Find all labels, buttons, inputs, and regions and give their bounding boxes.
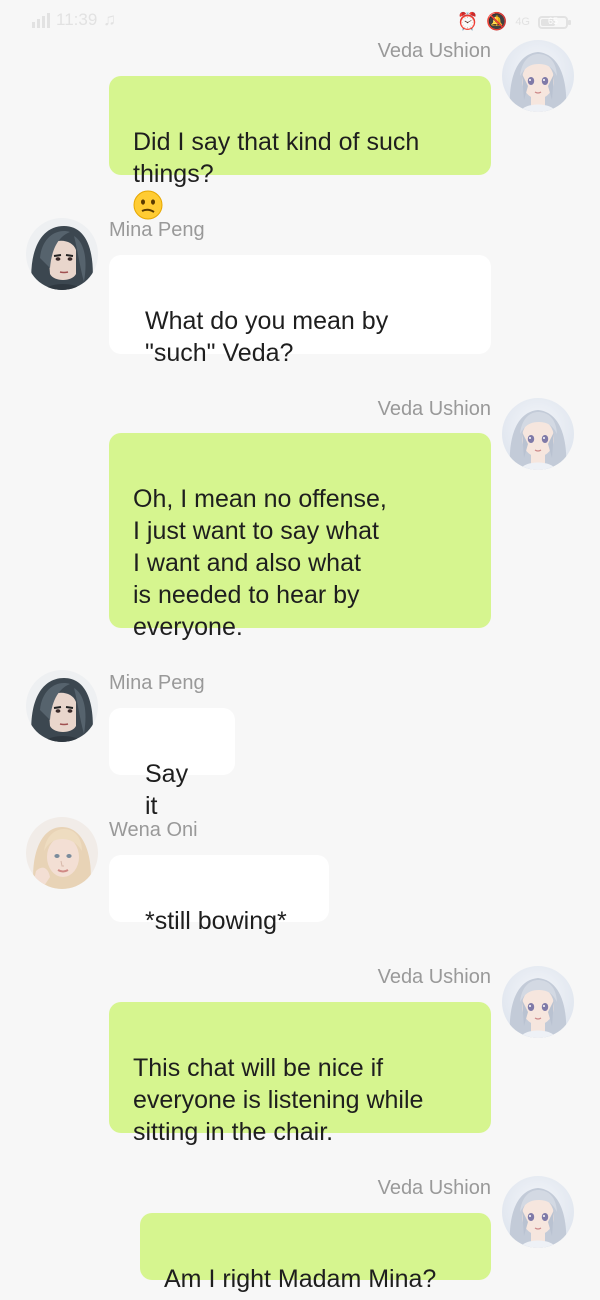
sender-name: Veda Ushion [377, 1177, 491, 1199]
anime-girl-avatar-icon [502, 1176, 574, 1248]
mute-icon: 🔕 [486, 12, 508, 31]
anime-girl-avatar-icon [502, 40, 574, 112]
dark-hair-woman-avatar-icon [26, 670, 98, 742]
message-bubble[interactable]: Oh, I mean no offense, I just want to sa… [109, 433, 491, 641]
status-bar-left: 11:39 ♫ [32, 10, 116, 30]
sender-name: Wena Oni [109, 819, 198, 841]
message-text: Say it [145, 760, 189, 820]
music-note-icon: ♫ [103, 10, 117, 29]
message-bubble[interactable]: What do you mean by "such" Veda? [109, 255, 491, 367]
alarm-icon: ⏰ [456, 12, 479, 31]
message-text: What do you mean by "such" Veda? [145, 307, 389, 367]
veda-avatar[interactable] [502, 966, 574, 1038]
confused-face-icon [133, 190, 163, 220]
network-label: 4G [515, 16, 530, 28]
status-bar-right: ⏰ 🔕 4G 65 [456, 12, 571, 32]
message-text: Oh, I mean no offense, I just want to sa… [133, 485, 387, 641]
sender-name: Mina Peng [109, 219, 205, 241]
message-bubble[interactable]: *still bowing* [109, 855, 329, 935]
status-bar: 11:39 ♫ ⏰ 🔕 4G 65 [0, 0, 600, 40]
message-text: Did I say that kind of such things? [133, 128, 420, 188]
wena-avatar[interactable] [26, 817, 98, 889]
message-bubble[interactable]: Am I right Madam Mina? [140, 1213, 491, 1293]
message-bubble[interactable]: Say it [109, 708, 235, 820]
signal-icon [32, 12, 50, 28]
sender-name: Veda Ushion [377, 966, 491, 988]
battery-icon: 65 [538, 15, 571, 29]
anime-girl-avatar-icon [502, 966, 574, 1038]
dark-hair-woman-avatar-icon [26, 218, 98, 290]
message-text: This chat will be nice if everyone is li… [133, 1054, 424, 1146]
message-text: Am I right Madam Mina? [164, 1265, 437, 1293]
veda-avatar[interactable] [502, 398, 574, 470]
sender-name: Veda Ushion [377, 398, 491, 420]
veda-avatar[interactable] [502, 1176, 574, 1248]
battery-level: 65 [547, 15, 558, 26]
message-bubble[interactable]: This chat will be nice if everyone is li… [109, 1002, 491, 1146]
blonde-woman-avatar-icon [26, 817, 98, 889]
message-text: *still bowing* [145, 907, 287, 935]
message-bubble[interactable]: Did I say that kind of such things? [109, 76, 491, 220]
sender-name: Veda Ushion [377, 40, 491, 62]
status-time: 11:39 [56, 10, 98, 29]
sender-name: Mina Peng [109, 672, 205, 694]
veda-avatar[interactable] [502, 40, 574, 112]
mina-avatar[interactable] [26, 670, 98, 742]
mina-avatar[interactable] [26, 218, 98, 290]
anime-girl-avatar-icon [502, 398, 574, 470]
